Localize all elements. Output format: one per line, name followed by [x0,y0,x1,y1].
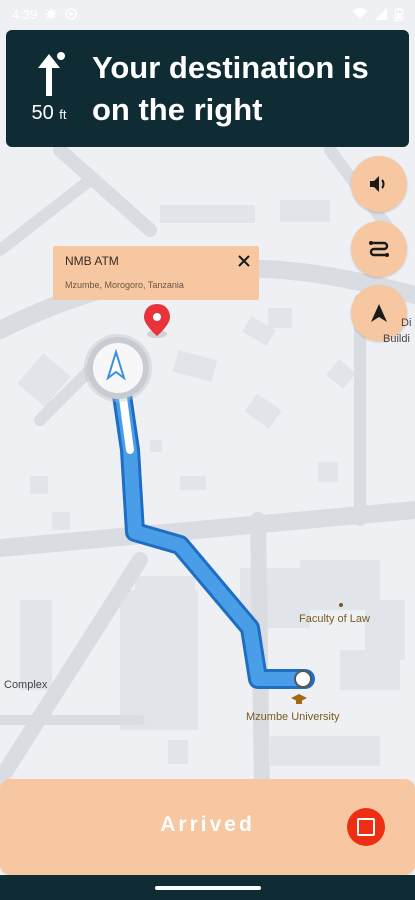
map-label-partial-building: Buildi [383,333,410,345]
speaker-icon [370,176,385,192]
map-label-partial-di: Di [401,317,412,329]
destination-dot-icon [294,670,312,688]
map-label-university[interactable]: Mzumbe University [246,711,340,723]
navigation-banner[interactable]: 50 ft Your destination is on the right [6,30,409,147]
system-navigation-bar [0,875,415,900]
settings-icon [65,8,78,20]
home-gesture-handle[interactable] [155,886,261,890]
cellular-signal-icon [375,8,387,20]
place-name: NMB ATM [65,254,119,268]
arrival-panel: Arrived [0,779,415,875]
maneuver-panel: 50 ft [6,30,92,147]
instruction-text: Your destination is on the right [92,49,369,127]
wifi-icon [353,8,367,19]
map-label-faculty[interactable]: Faculty of Law [299,613,370,625]
map-label-complex[interactable]: Complex [4,679,47,691]
maneuver-distance: 50 ft [31,102,66,125]
close-icon[interactable] [237,254,251,268]
distance-value: 50 [31,102,54,124]
mute-button[interactable] [351,156,407,212]
place-address: Mzumbe, Morogoro, Tanzania [65,280,184,290]
battery-icon [395,7,403,21]
stop-icon [357,818,375,836]
straight-arrow-icon [38,52,65,96]
gear-icon [45,8,57,20]
route-overview-icon [369,241,389,257]
route-overview-button[interactable] [351,221,407,277]
status-time: 4:39 [12,6,38,22]
status-bar: 4:39 [0,0,415,28]
place-info-card[interactable]: NMB ATM Mzumbe, Morogoro, Tanzania [53,246,259,300]
navigation-arrow-icon [371,304,387,322]
stop-navigation-button[interactable] [347,808,385,846]
distance-unit: ft [59,107,67,122]
